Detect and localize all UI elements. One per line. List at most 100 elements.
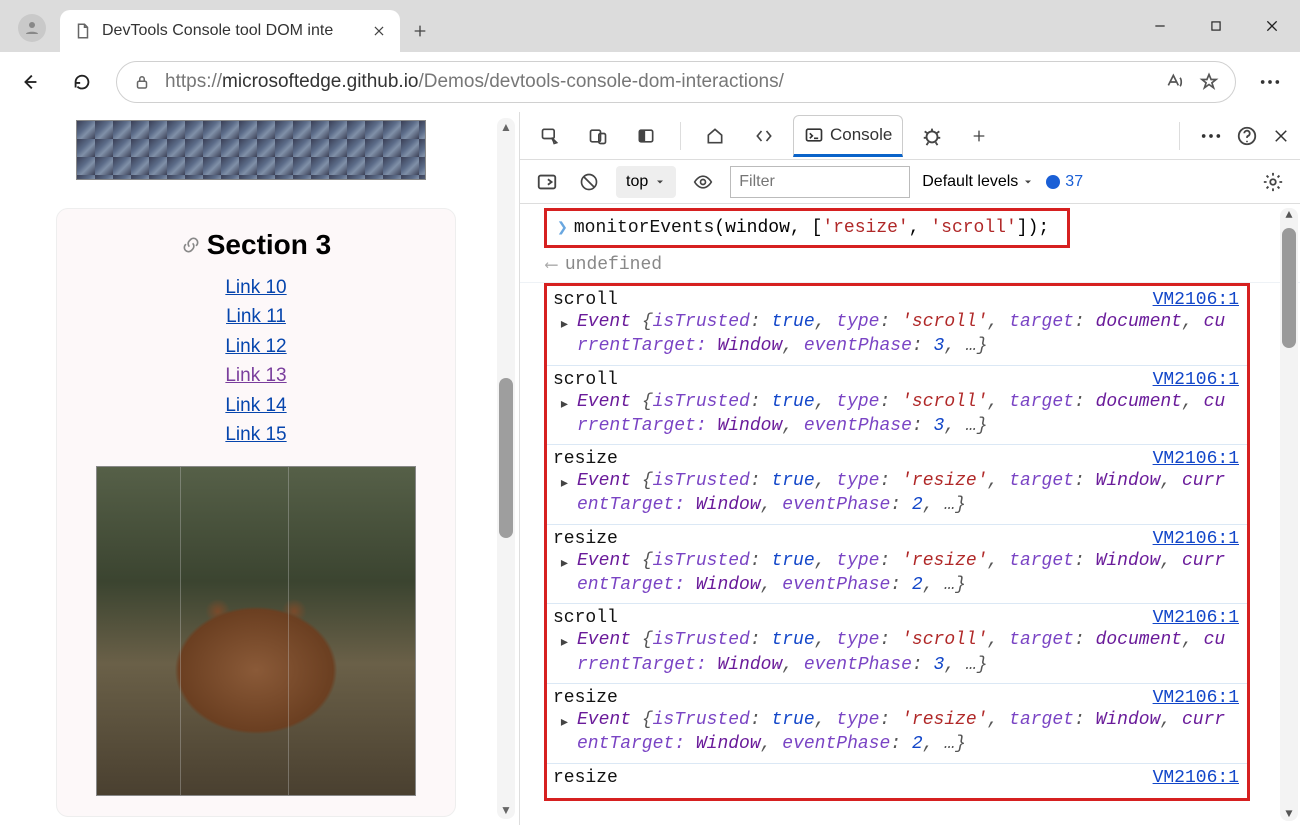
ellipsis-icon [1200, 133, 1222, 139]
tab-title: DevTools Console tool DOM inte [102, 22, 362, 40]
browser-tab[interactable]: DevTools Console tool DOM inte [60, 10, 400, 52]
vm-source-link[interactable]: VM2106:1 [1153, 290, 1239, 310]
console-log-block: scrollVM2106:1▸Event {isTrusted: true, t… [544, 283, 1250, 801]
scroll-up-arrow[interactable]: ▲ [497, 120, 515, 134]
console-log-entry[interactable]: scrollVM2106:1▸Event {isTrusted: true, t… [547, 365, 1247, 445]
inspect-icon [540, 126, 560, 146]
close-window-button[interactable] [1244, 0, 1300, 52]
scroll-down-arrow[interactable]: ▼ [497, 803, 515, 817]
image-deer [96, 466, 416, 796]
console-return-row: ⟵ undefined [520, 250, 1300, 283]
context-label: top [626, 173, 648, 191]
console-log-entry[interactable]: resizeVM2106:1▸Event {isTrusted: true, t… [547, 683, 1247, 763]
refresh-button[interactable] [64, 64, 100, 100]
filter-input[interactable] [730, 166, 910, 198]
close-icon[interactable] [372, 24, 386, 38]
return-value: undefined [565, 255, 662, 275]
profile-avatar[interactable] [18, 14, 46, 42]
device-emulation-button[interactable] [578, 115, 618, 157]
tab-welcome[interactable] [695, 115, 735, 157]
vm-source-link[interactable]: VM2106:1 [1153, 449, 1239, 469]
page-link[interactable]: Link 11 [67, 302, 445, 331]
gear-icon [1262, 171, 1284, 193]
more-tabs-button[interactable] [961, 115, 997, 157]
page-link[interactable]: Link 15 [67, 420, 445, 449]
vm-source-link[interactable]: VM2106:1 [1153, 768, 1239, 788]
maximize-button[interactable] [1188, 0, 1244, 52]
new-tab-button[interactable] [400, 10, 440, 52]
context-selector[interactable]: top [616, 166, 676, 198]
titlebar: DevTools Console tool DOM inte [0, 0, 1300, 52]
issues-counter[interactable]: 37 [1046, 173, 1083, 191]
toolbar-row: https://microsoftedge.github.io/Demos/de… [0, 52, 1300, 112]
url-text: https://microsoftedge.github.io/Demos/de… [165, 71, 1151, 93]
console-scrollbar[interactable]: ▲ ▼ [1280, 208, 1298, 821]
settings-menu-button[interactable] [1252, 64, 1288, 100]
issues-count-text: 37 [1065, 173, 1083, 191]
levels-label: Default levels [922, 173, 1018, 191]
console-log-entry[interactable]: resizeVM2106:1▸Event {isTrusted: true, t… [547, 444, 1247, 524]
devtools-close-button[interactable] [1272, 127, 1290, 145]
dock-icon [636, 126, 656, 146]
page-link[interactable]: Link 14 [67, 391, 445, 420]
prompt-chevron-icon: ❯ [557, 217, 568, 239]
issues-dot-icon [1046, 175, 1060, 189]
vm-source-link[interactable]: VM2106:1 [1153, 688, 1239, 708]
lock-icon [133, 73, 151, 91]
content-area: Section 3 Link 10Link 11Link 12Link 13Li… [0, 112, 1300, 825]
favorite-icon[interactable] [1199, 72, 1219, 92]
tab-issues[interactable] [911, 115, 953, 157]
devtools-menu-button[interactable] [1200, 133, 1222, 139]
inspect-button[interactable] [530, 115, 570, 157]
image-placeholder [76, 120, 426, 180]
console-log-entry[interactable]: resizeVM2106:1 [547, 763, 1247, 794]
devtools-tabstrip: Console [520, 112, 1300, 160]
dock-button[interactable] [626, 115, 666, 157]
person-icon [23, 19, 41, 37]
url-host: microsoftedge.github.io [222, 71, 418, 92]
maximize-icon [1209, 19, 1223, 33]
vm-source-link[interactable]: VM2106:1 [1153, 529, 1239, 549]
console-scroll-thumb[interactable] [1282, 228, 1296, 348]
devices-icon [588, 126, 608, 146]
page-link[interactable]: Link 10 [67, 273, 445, 302]
vm-source-link[interactable]: VM2106:1 [1153, 370, 1239, 390]
home-icon [705, 126, 725, 146]
console-log-entry[interactable]: scrollVM2106:1▸Event {isTrusted: true, t… [547, 603, 1247, 683]
chevron-down-icon [654, 176, 666, 188]
page-scrollbar[interactable]: ▲ ▼ [497, 118, 515, 819]
close-icon [1264, 18, 1280, 34]
eye-icon [693, 172, 713, 192]
tab-console-label: Console [830, 125, 892, 145]
minimize-button[interactable] [1132, 0, 1188, 52]
tab-console[interactable]: Console [793, 115, 903, 157]
console-input-row[interactable]: ❯ monitorEvents(window, ['resize', 'scro… [544, 208, 1070, 248]
console-log-entry[interactable]: resizeVM2106:1▸Event {isTrusted: true, t… [547, 524, 1247, 604]
page-icon [74, 22, 92, 40]
toggle-sidebar-button[interactable] [532, 167, 562, 197]
console-input-code: monitorEvents(window, ['resize', 'scroll… [574, 218, 1049, 238]
tab-elements[interactable] [743, 115, 785, 157]
scroll-down-arrow[interactable]: ▼ [1280, 807, 1298, 821]
scroll-up-arrow[interactable]: ▲ [1280, 208, 1298, 222]
live-expression-button[interactable] [688, 167, 718, 197]
log-levels-select[interactable]: Default levels [922, 173, 1034, 191]
vm-source-link[interactable]: VM2106:1 [1153, 608, 1239, 628]
console-settings-button[interactable] [1258, 167, 1288, 197]
clear-icon [579, 172, 599, 192]
clear-console-button[interactable] [574, 167, 604, 197]
page-link[interactable]: Link 12 [67, 332, 445, 361]
read-aloud-icon[interactable] [1165, 72, 1185, 92]
console-log-entry[interactable]: scrollVM2106:1▸Event {isTrusted: true, t… [547, 286, 1247, 365]
address-bar[interactable]: https://microsoftedge.github.io/Demos/de… [116, 61, 1236, 103]
link-list: Link 10Link 11Link 12Link 13Link 14Link … [67, 273, 445, 450]
back-button[interactable] [12, 64, 48, 100]
page-link[interactable]: Link 13 [67, 361, 445, 390]
page-scroll-thumb[interactable] [499, 378, 513, 538]
console-body: ❯ monitorEvents(window, ['resize', 'scro… [520, 204, 1300, 825]
help-button[interactable] [1236, 125, 1258, 147]
console-icon [804, 125, 824, 145]
sidebar-icon [536, 171, 558, 193]
code-icon [753, 126, 775, 146]
arrow-left-icon [19, 71, 41, 93]
